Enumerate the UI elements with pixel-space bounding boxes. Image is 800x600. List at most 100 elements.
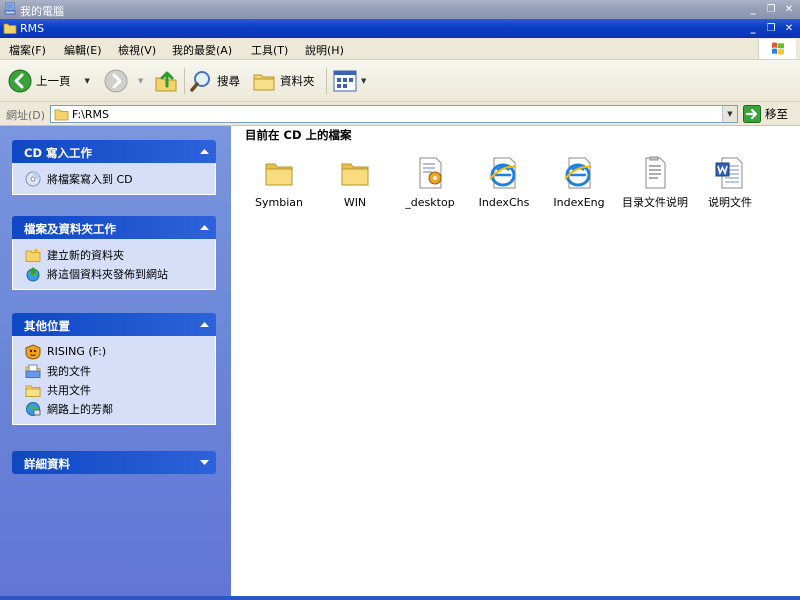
menu-help[interactable]: 說明(H) bbox=[305, 42, 344, 58]
folders-icon bbox=[253, 74, 275, 91]
file-item[interactable]: WIN bbox=[320, 156, 390, 209]
back-dropdown-icon[interactable]: ▼ bbox=[85, 77, 90, 85]
place-shared-documents[interactable]: 共用文件 bbox=[25, 380, 205, 399]
publish-web-icon bbox=[26, 266, 40, 281]
outer-restore-button[interactable]: ❐ bbox=[763, 2, 779, 17]
other-places-panel: 其他位置 RISING (F:) 我的文件 共用文件 網路上的芳鄰 bbox=[12, 313, 216, 425]
outer-window-title: 我的電腦 bbox=[20, 5, 64, 18]
task-label: 建立新的資料夾 bbox=[47, 248, 124, 262]
place-network-places[interactable]: 網路上的芳鄰 bbox=[25, 399, 205, 418]
new-folder-icon bbox=[25, 247, 41, 262]
file-tasks-header[interactable]: 檔案及資料夾工作 bbox=[12, 216, 216, 239]
folder-icon bbox=[265, 163, 293, 186]
expand-icon[interactable] bbox=[199, 457, 210, 468]
menu-bar: 檔案(F) 編輯(E) 檢視(V) 我的最愛(A) 工具(T) 說明(H) bbox=[0, 38, 800, 60]
views-button[interactable]: ▼ bbox=[333, 69, 366, 93]
folder-icon bbox=[54, 109, 69, 121]
other-places-header[interactable]: 其他位置 bbox=[12, 313, 216, 336]
place-label: 我的文件 bbox=[47, 364, 91, 378]
views-dropdown-icon[interactable]: ▼ bbox=[361, 77, 366, 85]
task-write-to-cd[interactable]: 將檔案寫入到 CD bbox=[25, 169, 205, 188]
up-folder-icon bbox=[155, 71, 177, 92]
file-item[interactable]: 目录文件说明 bbox=[620, 156, 690, 209]
close-button[interactable]: ✕ bbox=[781, 21, 797, 36]
shared-folder-icon bbox=[25, 385, 41, 397]
search-icon bbox=[190, 71, 210, 92]
file-name: Symbian bbox=[255, 196, 303, 209]
network-places-icon bbox=[26, 401, 41, 416]
task-publish-folder[interactable]: 將這個資料夾發佈到網站 bbox=[25, 264, 205, 283]
toolbar-separator bbox=[184, 68, 185, 94]
details-header[interactable]: 詳細資料 bbox=[12, 451, 216, 474]
window-titlebar[interactable]: RMS _ ❐ ✕ bbox=[0, 19, 800, 38]
forward-arrow-icon bbox=[104, 69, 128, 93]
file-name: _desktop bbox=[405, 196, 455, 209]
cd-tasks-panel: CD 寫入工作 將檔案寫入到 CD bbox=[12, 140, 216, 195]
file-name: 说明文件 bbox=[708, 196, 752, 209]
cd-tasks-header[interactable]: CD 寫入工作 bbox=[12, 140, 216, 163]
file-item[interactable]: IndexEng bbox=[544, 156, 614, 209]
collapse-icon[interactable] bbox=[199, 146, 210, 157]
address-value: F:\RMS bbox=[72, 108, 110, 121]
forward-dropdown-icon[interactable]: ▼ bbox=[138, 77, 143, 85]
details-title: 詳細資料 bbox=[24, 457, 70, 471]
up-folder-button[interactable] bbox=[154, 69, 178, 93]
taskbar-edge bbox=[0, 596, 800, 600]
windows-flag-icon bbox=[772, 42, 784, 55]
task-pane: CD 寫入工作 將檔案寫入到 CD 檔案及資料夾工作 建立新的資料夾 將這個資料… bbox=[0, 126, 231, 596]
menu-tools[interactable]: 工具(T) bbox=[251, 42, 288, 58]
menu-favorites[interactable]: 我的最愛(A) bbox=[172, 42, 232, 58]
other-places-title: 其他位置 bbox=[24, 319, 70, 333]
outer-minimize-button[interactable]: _ bbox=[745, 2, 761, 17]
place-label: 共用文件 bbox=[47, 383, 91, 397]
place-label: 網路上的芳鄰 bbox=[47, 402, 113, 416]
task-label: 將這個資料夾發佈到網站 bbox=[47, 267, 168, 281]
minimize-button[interactable]: _ bbox=[745, 21, 761, 36]
go-button[interactable]: 移至 bbox=[743, 105, 788, 123]
file-name: IndexChs bbox=[478, 196, 530, 209]
back-button[interactable]: 上一頁 ▼ bbox=[8, 69, 90, 93]
collapse-icon[interactable] bbox=[199, 222, 210, 233]
back-label: 上一頁 bbox=[36, 74, 71, 88]
file-name: WIN bbox=[343, 196, 367, 209]
details-panel: 詳細資料 bbox=[12, 451, 216, 474]
menu-view[interactable]: 檢視(V) bbox=[118, 42, 156, 58]
file-item[interactable]: _desktop bbox=[395, 156, 465, 209]
file-name: IndexEng bbox=[553, 196, 605, 209]
file-list-area[interactable]: 目前在 CD 上的檔案 Symbian WIN _desktop IndexCh… bbox=[231, 126, 800, 596]
go-arrow-icon bbox=[743, 105, 761, 123]
file-item[interactable]: 说明文件 bbox=[695, 156, 765, 209]
place-my-documents[interactable]: 我的文件 bbox=[25, 361, 205, 380]
menu-file[interactable]: 檔案(F) bbox=[9, 42, 46, 58]
address-dropdown-button[interactable]: ▼ bbox=[722, 106, 737, 122]
ie-html-icon bbox=[564, 157, 592, 189]
collapse-icon[interactable] bbox=[199, 319, 210, 330]
outer-window-titlebar[interactable]: 我的電腦 _ ❐ ✕ bbox=[0, 0, 800, 19]
back-arrow-icon bbox=[8, 69, 32, 93]
my-documents-icon bbox=[25, 364, 41, 378]
toolbar: 上一頁 ▼ ▼ 搜尋 資料夾 ▼ bbox=[0, 60, 800, 102]
word-doc-icon bbox=[715, 157, 743, 189]
address-input[interactable]: F:\RMS ▼ bbox=[50, 105, 738, 123]
search-button[interactable]: 搜尋 bbox=[189, 69, 240, 93]
menu-edit[interactable]: 編輯(E) bbox=[64, 42, 102, 58]
outer-close-button[interactable]: ✕ bbox=[781, 2, 797, 17]
cd-tasks-title: CD 寫入工作 bbox=[24, 146, 92, 160]
file-item[interactable]: IndexChs bbox=[469, 156, 539, 209]
place-rising-drive[interactable]: RISING (F:) bbox=[25, 342, 205, 361]
rising-drive-icon bbox=[25, 343, 41, 360]
toolbar-separator bbox=[326, 68, 327, 94]
my-computer-icon bbox=[4, 2, 16, 15]
content-heading: 目前在 CD 上的檔案 bbox=[245, 128, 352, 142]
file-item[interactable]: Symbian bbox=[244, 156, 314, 209]
file-tasks-panel: 檔案及資料夾工作 建立新的資料夾 將這個資料夾發佈到網站 bbox=[12, 216, 216, 290]
folders-button[interactable]: 資料夾 bbox=[252, 69, 315, 93]
task-new-folder[interactable]: 建立新的資料夾 bbox=[25, 245, 205, 264]
place-label: RISING (F:) bbox=[47, 345, 107, 358]
forward-button[interactable]: ▼ bbox=[104, 69, 143, 93]
ie-html-icon bbox=[489, 157, 517, 189]
restore-button[interactable]: ❐ bbox=[763, 21, 779, 36]
folder-icon bbox=[341, 163, 369, 186]
file-tasks-title: 檔案及資料夾工作 bbox=[24, 222, 116, 236]
address-bar: 網址(D) F:\RMS ▼ 移至 bbox=[0, 102, 800, 126]
